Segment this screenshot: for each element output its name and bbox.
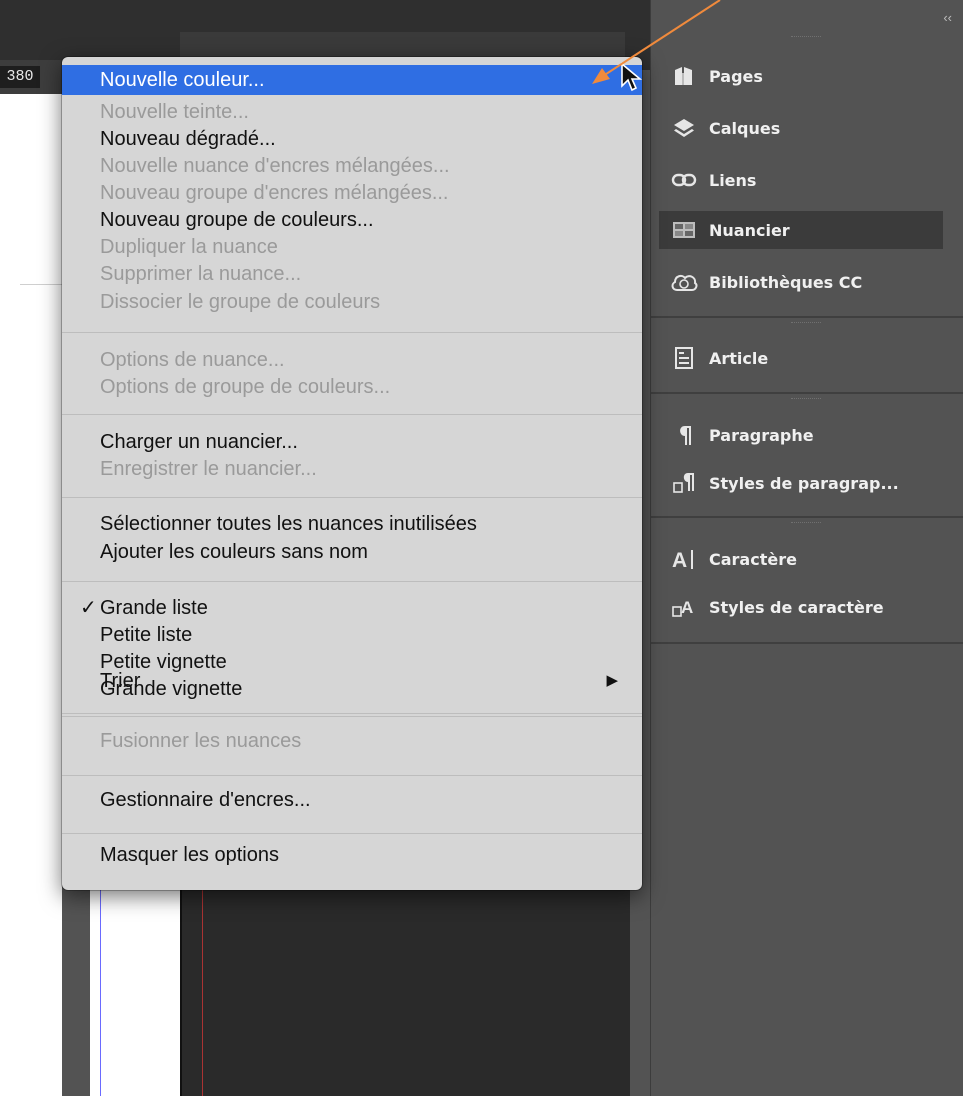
menu-item-ungroup-colors[interactable]: Dissocier le groupe de couleurs (62, 287, 642, 317)
menu-item-large-list[interactable]: ✓ Grande liste (62, 593, 642, 623)
menu-item-new-mixed-ink[interactable]: Nouvelle nuance d'encres mélangées... (62, 151, 642, 181)
menu-item-ink-manager[interactable]: Gestionnaire d'encres... (62, 785, 642, 815)
group-grip[interactable] (791, 36, 821, 40)
menu-item-swatch-options[interactable]: Options de nuance... (62, 345, 642, 375)
layers-icon (659, 116, 709, 140)
panel-item-label: Styles de paragrap... (709, 473, 899, 493)
submenu-arrow-icon: ▶ (606, 672, 618, 689)
menu-item-merge-swatches[interactable]: Fusionner les nuances (62, 726, 642, 756)
panel-item-label: Bibliothèques CC (709, 272, 863, 292)
annotation-arrow-icon (592, 0, 721, 84)
document-page (0, 94, 62, 1096)
menu-separator (62, 497, 642, 498)
swatches-icon (659, 220, 709, 240)
panel-item-paragraph[interactable]: Paragraphe (659, 416, 943, 454)
menu-separator (62, 414, 642, 415)
menu-separator (62, 833, 642, 834)
article-icon (659, 346, 709, 370)
menu-item-new-color-group[interactable]: Nouveau groupe de couleurs... (62, 205, 642, 235)
ruler-value: 380 (0, 66, 40, 88)
menu-item-new-color[interactable]: Nouvelle couleur... (62, 65, 642, 95)
menu-item-color-group-options[interactable]: Options de groupe de couleurs... (62, 372, 642, 402)
svg-text:A: A (672, 549, 687, 571)
panel-item-label: Calques (709, 118, 781, 138)
collapse-dock-button[interactable]: ‹‹ (943, 10, 952, 25)
menu-item-duplicate-swatch[interactable]: Dupliquer la nuance (62, 232, 642, 262)
menu-item-select-unused[interactable]: Sélectionner toutes les nuances inutilis… (62, 509, 642, 539)
panel-group-2: Article (651, 316, 963, 394)
panel-item-label: Nuancier (709, 220, 790, 240)
menu-item-save-swatches[interactable]: Enregistrer le nuancier... (62, 454, 642, 484)
panel-dock: ‹‹ Pages Calques Liens Nuancier Biblioth… (650, 0, 963, 1096)
panel-item-layers[interactable]: Calques (659, 109, 943, 147)
menu-separator (62, 716, 642, 717)
cc-libraries-icon (659, 271, 709, 293)
menu-item-add-unnamed-colors[interactable]: Ajouter les couleurs sans nom (62, 537, 642, 567)
panel-item-label: Caractère (709, 549, 797, 569)
panel-item-cc-libraries[interactable]: Bibliothèques CC (659, 263, 943, 301)
group-grip[interactable] (791, 522, 821, 526)
menu-item-load-swatches[interactable]: Charger un nuancier... (62, 427, 642, 457)
menu-item-new-gradient[interactable]: Nouveau dégradé... (62, 124, 642, 154)
swatches-options-menu: Nouvelle couleur... Nouvelle teinte... N… (62, 57, 642, 890)
panel-item-character-styles[interactable]: A Styles de caractère (659, 588, 943, 626)
panel-item-paragraph-styles[interactable]: Styles de paragrap... (659, 464, 943, 502)
menu-item-new-tint[interactable]: Nouvelle teinte... (62, 97, 642, 127)
panel-item-article[interactable]: Article (659, 339, 943, 377)
panel-group-3: Paragraphe Styles de paragrap... (651, 392, 963, 518)
panel-item-links[interactable]: Liens (659, 161, 943, 199)
panel-group-4: A Caractère A Styles de caractère (651, 516, 963, 644)
page-guide-line (20, 284, 62, 285)
menu-item-delete-swatch[interactable]: Supprimer la nuance... (62, 259, 642, 289)
menu-separator (62, 581, 642, 582)
links-icon (659, 172, 709, 188)
panel-item-character[interactable]: A Caractère (659, 540, 943, 578)
svg-text:A: A (681, 598, 693, 617)
menu-separator (62, 713, 642, 714)
character-styles-icon: A (659, 595, 709, 619)
menu-item-new-mixed-ink-group[interactable]: Nouveau groupe d'encres mélangées... (62, 178, 642, 208)
panel-item-swatches[interactable]: Nuancier (659, 211, 943, 249)
paragraph-icon (659, 424, 709, 446)
menu-separator (62, 775, 642, 776)
checkmark-icon: ✓ (80, 597, 97, 619)
menu-item-small-list[interactable]: Petite liste (62, 620, 642, 650)
menu-separator (62, 332, 642, 333)
character-icon: A (659, 547, 709, 571)
group-grip[interactable] (791, 398, 821, 402)
menu-item-sort[interactable]: Trier ▶ (62, 666, 642, 696)
group-grip[interactable] (791, 322, 821, 326)
panel-item-label: Liens (709, 170, 757, 190)
panel-item-label: Styles de caractère (709, 597, 884, 617)
panel-item-label: Paragraphe (709, 425, 814, 445)
panel-item-label: Article (709, 348, 769, 368)
menu-item-hide-options[interactable]: Masquer les options (62, 840, 642, 870)
paragraph-styles-icon (659, 471, 709, 495)
